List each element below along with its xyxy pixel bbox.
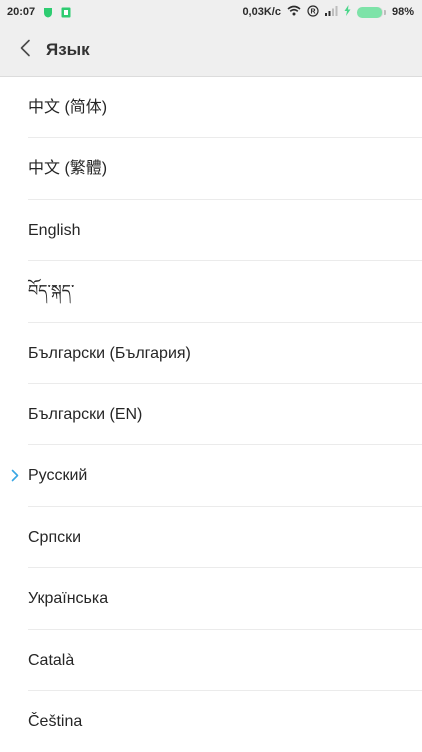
language-item[interactable]: Српски (0, 507, 422, 569)
back-button[interactable] (10, 33, 40, 67)
language-item[interactable]: Русский (0, 445, 422, 508)
language-label: 中文 (简体) (28, 99, 108, 116)
network-speed: 0,03K/c (242, 6, 281, 18)
signal-icon (324, 5, 338, 19)
language-item[interactable]: 中文 (简体) (0, 77, 422, 139)
status-bar: 20:07 0,03K/c R 98% (0, 0, 422, 24)
language-item[interactable]: Українська (0, 568, 422, 630)
shield-notification-icon (43, 7, 53, 18)
language-label: Български (EN) (28, 405, 143, 423)
language-label: བོད་སྐད་ (28, 283, 75, 301)
language-label: Українська (28, 590, 109, 608)
battery-percent: 98% (391, 6, 414, 18)
language-item[interactable]: Български (EN) (0, 384, 422, 446)
language-label: Русский (28, 467, 88, 485)
page-title: Язык (46, 40, 90, 59)
language-item[interactable]: Català (0, 630, 422, 692)
language-label: Български (България) (28, 344, 191, 362)
battery-indicator (356, 6, 386, 18)
language-item[interactable]: Čeština (0, 691, 422, 752)
wifi-icon (287, 5, 301, 19)
language-list: 中文 (简体) 中文 (繁體) English བོད་སྐད་ Български (… (0, 77, 422, 752)
status-bar-right: 0,03K/c R 98% (236, 0, 414, 24)
roaming-icon: R (307, 4, 319, 20)
chevron-left-icon (19, 39, 31, 62)
language-item[interactable]: 中文 (繁體) (0, 138, 422, 201)
roaming-letter: R (310, 8, 315, 15)
chevron-right-icon (10, 469, 20, 482)
status-bar-left: 20:07 (7, 0, 79, 24)
language-item[interactable]: བོད་སྐད་ (0, 261, 422, 323)
app-bar: Язык (0, 24, 422, 77)
clipboard-notification-icon (61, 7, 71, 18)
battery-body (356, 6, 383, 18)
language-label: Català (28, 651, 75, 669)
language-label: Čeština (28, 712, 83, 730)
language-item[interactable]: English (0, 200, 422, 262)
language-item[interactable]: Български (България) (0, 323, 422, 385)
battery-tip (383, 9, 386, 15)
language-label: Српски (28, 528, 82, 546)
language-label: 中文 (繁體) (28, 160, 108, 178)
bolt-icon (344, 5, 351, 19)
battery-fill (356, 6, 383, 18)
status-time: 20:07 (7, 6, 36, 18)
language-label: English (28, 221, 81, 239)
